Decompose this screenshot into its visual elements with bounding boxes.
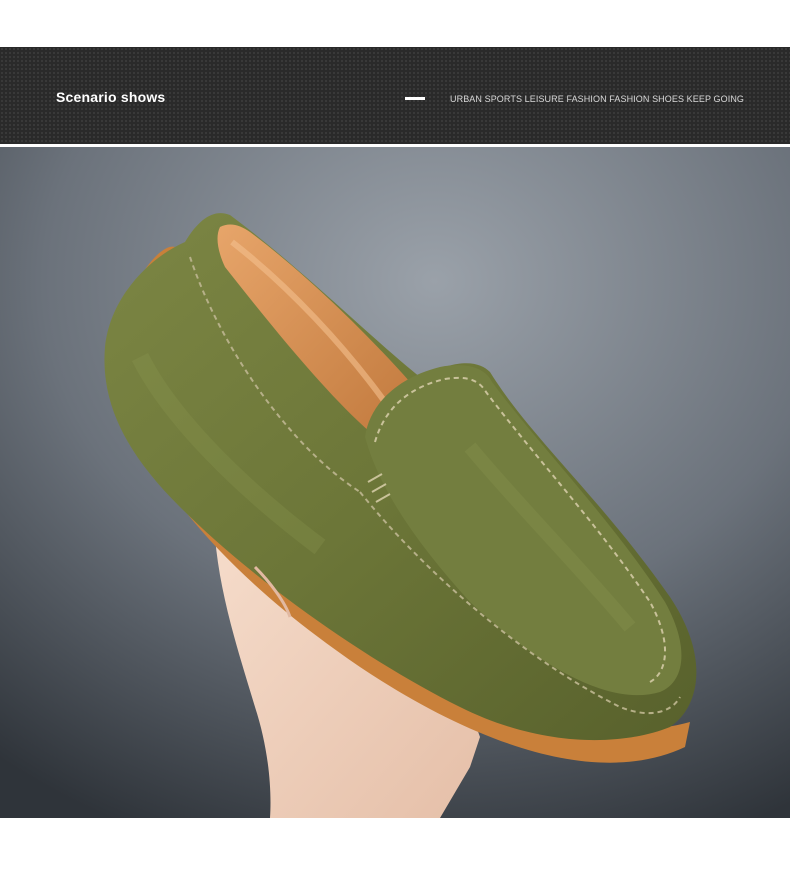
banner-dash-divider [405,97,425,100]
header-banner: Scenario shows URBAN SPORTS LEISURE FASH… [0,47,790,144]
product-photo [0,147,790,818]
banner-tagline: URBAN SPORTS LEISURE FASHION FASHION SHO… [450,94,745,104]
banner-title: Scenario shows [56,89,166,105]
